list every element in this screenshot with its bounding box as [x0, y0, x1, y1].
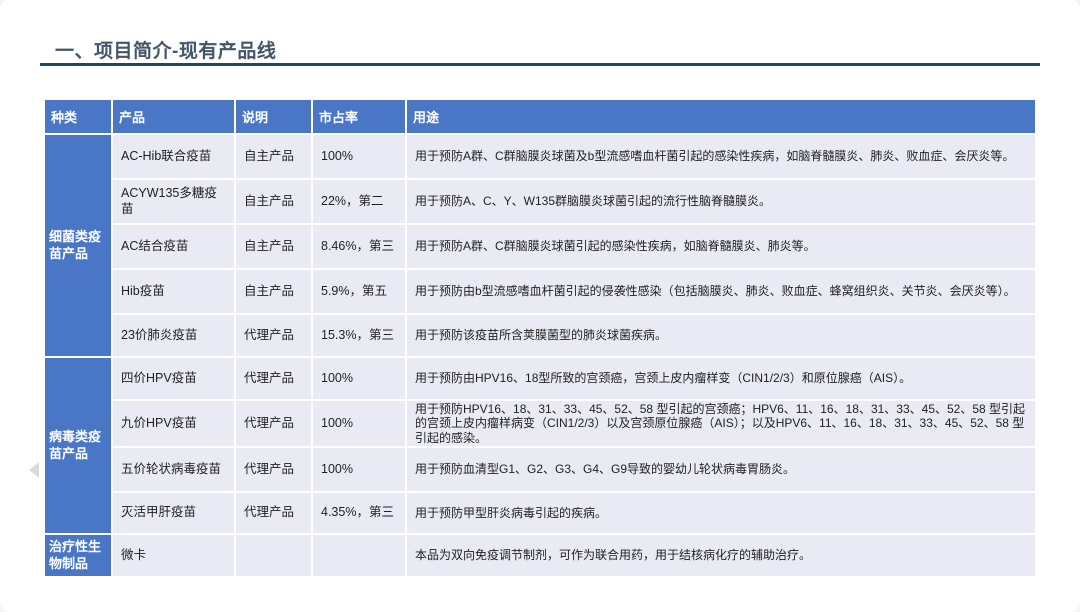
cell-product: 23价肺炎疫苗: [113, 315, 234, 356]
cell-share: 100%: [313, 448, 405, 491]
cell-usage: 用于预防A群、C群脑膜炎球菌及b型流感嗜血杆菌引起的感染性疾病，如脑脊髓膜炎、肺…: [407, 135, 1035, 178]
cell-share: 22%，第二: [313, 180, 405, 223]
cell-desc: 自主产品: [236, 270, 311, 313]
cell-desc: 代理产品: [236, 315, 311, 356]
cell-share: [313, 535, 405, 576]
cell-share: 100%: [313, 135, 405, 178]
chevron-left-icon[interactable]: [29, 462, 39, 478]
category-cell-viral: 病毒类疫苗产品: [45, 358, 111, 533]
cell-desc: 自主产品: [236, 135, 311, 178]
cell-share: 4.35%，第三: [313, 493, 405, 533]
title-underline: [40, 63, 1040, 66]
cell-product: 灭活甲肝疫苗: [113, 493, 234, 533]
cell-product: AC-Hib联合疫苗: [113, 135, 234, 178]
category-cell-bacterial: 细菌类疫苗产品: [45, 135, 111, 356]
cell-share: 8.46%，第三: [313, 225, 405, 268]
cell-desc: 代理产品: [236, 493, 311, 533]
table-header-share: 市占率: [313, 100, 405, 133]
cell-product: 九价HPV疫苗: [113, 401, 234, 446]
cell-usage: 用于预防HPV16、18、31、33、45、52、58 型引起的宫颈癌；HPV6…: [407, 401, 1035, 446]
cell-share: 100%: [313, 358, 405, 399]
cell-usage: 用于预防由HPV16、18型所致的宫颈癌，宫颈上皮内瘤样变（CIN1/2/3）和…: [407, 358, 1035, 399]
cell-product: Hib疫苗: [113, 270, 234, 313]
product-table: 种类 产品 说明 市占率 用途 细菌类疫苗产品 病毒类疫苗产品 治疗性生物制品 …: [45, 100, 1035, 576]
cell-desc: 自主产品: [236, 180, 311, 223]
cell-desc: [236, 535, 311, 576]
table-header-product: 产品: [113, 100, 234, 133]
cell-usage: 用于预防A群、C群脑膜炎球菌引起的感染性疾病，如脑脊髓膜炎、肺炎等。: [407, 225, 1035, 268]
cell-share: 15.3%，第三: [313, 315, 405, 356]
cell-share: 100%: [313, 401, 405, 446]
cell-usage: 用于预防A、C、Y、W135群脑膜炎球菌引起的流行性脑脊髓膜炎。: [407, 180, 1035, 223]
cell-desc: 代理产品: [236, 401, 311, 446]
cell-product: 微卡: [113, 535, 234, 576]
cell-share: 5.9%，第五: [313, 270, 405, 313]
cell-product: 五价轮状病毒疫苗: [113, 448, 234, 491]
slide: 一、项目简介-现有产品线 种类 产品 说明 市占率 用途 细菌类疫苗产品 病毒类…: [0, 0, 1080, 612]
table-header-type: 种类: [45, 100, 111, 133]
cell-usage: 本品为双向免疫调节制剂，可作为联合用药，用于结核病化疗的辅助治疗。: [407, 535, 1035, 576]
cell-product: AC结合疫苗: [113, 225, 234, 268]
table-header-usage: 用途: [407, 100, 1035, 133]
category-cell-therapeutic: 治疗性生物制品: [45, 535, 111, 576]
cell-usage: 用于预防该疫苗所含荚膜菌型的肺炎球菌疾病。: [407, 315, 1035, 356]
cell-desc: 自主产品: [236, 225, 311, 268]
table-header-desc: 说明: [236, 100, 311, 133]
cell-usage: 用于预防甲型肝炎病毒引起的疾病。: [407, 493, 1035, 533]
cell-product: ACYW135多糖疫苗: [113, 180, 234, 223]
cell-desc: 代理产品: [236, 448, 311, 491]
cell-usage: 用于预防血清型G1、G2、G3、G4、G9导致的婴幼儿轮状病毒胃肠炎。: [407, 448, 1035, 491]
cell-desc: 代理产品: [236, 358, 311, 399]
cell-product: 四价HPV疫苗: [113, 358, 234, 399]
cell-usage: 用于预防由b型流感嗜血杆菌引起的侵袭性感染（包括脑膜炎、肺炎、败血症、蜂窝组织炎…: [407, 270, 1035, 313]
page-title: 一、项目简介-现有产品线: [55, 36, 276, 63]
